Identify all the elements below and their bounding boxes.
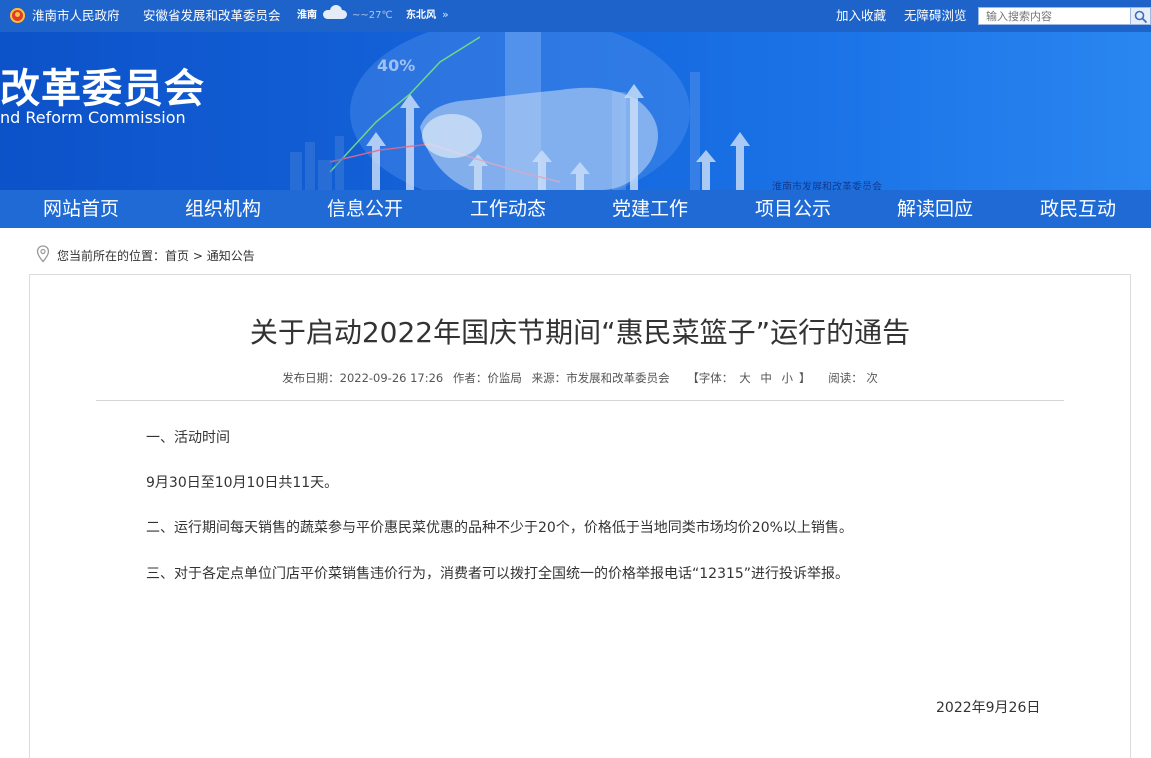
- top-bar: 淮南市人民政府 安徽省发展和改革委员会 淮南 ~~27℃ 东北风 » 加入收藏 …: [0, 0, 1151, 32]
- banner-percent: 40%: [377, 56, 416, 75]
- banner-subtitle: nd Reform Commission: [0, 108, 186, 127]
- nav-item-interpretation[interactable]: 解读回应: [864, 190, 1006, 228]
- banner-watermark: 淮南市发展和改革委员会: [772, 182, 882, 190]
- cloud-icon: [321, 5, 349, 19]
- article-title: 关于启动2022年国庆节期间“惠民菜篮子”运行的通告: [249, 316, 911, 349]
- meta-source: 来源：市发展和改革委员会: [531, 371, 670, 385]
- search-input[interactable]: [978, 7, 1131, 25]
- search-icon: [1134, 10, 1148, 24]
- add-favorite-link[interactable]: 加入收藏: [836, 0, 886, 32]
- nav-item-project-notice[interactable]: 项目公示: [722, 190, 864, 228]
- breadcrumb-text: 您当前所在的位置：首页 > 通知公告: [57, 247, 255, 264]
- double-chevron-right-icon[interactable]: »: [442, 8, 449, 22]
- national-emblem-icon: [10, 8, 25, 23]
- gov-link[interactable]: 淮南市人民政府: [32, 0, 120, 32]
- article-paragraph: 9月30日至10月10日共11天。: [146, 475, 339, 491]
- article-paragraph: 三、对于各定点单位门店平价菜销售违价行为，消费者可以拨打全国统一的价格举报电话“…: [146, 566, 850, 582]
- meta-date: 发布日期：2022-09-26 17:26: [282, 371, 444, 385]
- meta-read-count: 阅读： 次: [828, 371, 878, 385]
- meta-font-size: 【字体： 大 中 小】: [684, 371, 813, 385]
- article-paragraph: 二、运行期间每天销售的蔬菜参与平价惠民菜优惠的品种不少于20个，价格低于当地同类…: [146, 520, 853, 536]
- nav-item-work-news[interactable]: 工作动态: [437, 190, 579, 228]
- font-size-prefix: 【字体：: [687, 371, 734, 385]
- weather-wind: 东北风: [406, 10, 436, 21]
- nav-item-interaction[interactable]: 政民互动: [1007, 190, 1149, 228]
- font-size-medium[interactable]: 中: [760, 371, 772, 385]
- nav-item-organization[interactable]: 组织机构: [152, 190, 294, 228]
- banner-title: 改革委员会: [0, 66, 205, 112]
- nav-item-info-disclosure[interactable]: 信息公开: [294, 190, 436, 228]
- breadcrumb-prefix: 您当前所在的位置：: [57, 249, 166, 263]
- dept-link[interactable]: 安徽省发展和改革委员会: [143, 0, 281, 32]
- article-paragraph: 一、活动时间: [146, 430, 230, 446]
- title-divider: [96, 400, 1064, 401]
- accessibility-link[interactable]: 无障碍浏览: [904, 0, 967, 32]
- location-pin-icon: [36, 245, 50, 263]
- nav-item-party-building[interactable]: 党建工作: [579, 190, 721, 228]
- search-button[interactable]: [1131, 7, 1151, 25]
- article-card: 关于启动2022年国庆节期间“惠民菜篮子”运行的通告 发布日期：2022-09-…: [29, 274, 1131, 758]
- breadcrumb-home-link[interactable]: 首页: [165, 249, 189, 263]
- weather-temp: ~~27℃: [352, 10, 393, 21]
- meta-author: 作者：价监局: [452, 371, 522, 385]
- font-size-suffix: 】: [799, 371, 811, 385]
- article-meta: 发布日期：2022-09-26 17:26 作者：价监局 来源：市发展和改革委员…: [30, 370, 1130, 386]
- banner: 40% 改革委员会 nd Reform Commission 淮南市发展和改革委…: [0, 32, 1151, 190]
- breadcrumb-current-link[interactable]: 通知公告: [207, 249, 255, 263]
- weather-city: 淮南: [297, 10, 317, 21]
- font-size-small[interactable]: 小: [782, 371, 794, 385]
- main-nav: 网站首页 组织机构 信息公开 工作动态 党建工作 项目公示 解读回应 政民互动: [0, 190, 1151, 228]
- font-size-large[interactable]: 大: [739, 371, 751, 385]
- breadcrumb-separator: >: [189, 249, 207, 263]
- signature-date: 2022年9月26日: [936, 700, 1041, 716]
- nav-item-home[interactable]: 网站首页: [10, 190, 152, 228]
